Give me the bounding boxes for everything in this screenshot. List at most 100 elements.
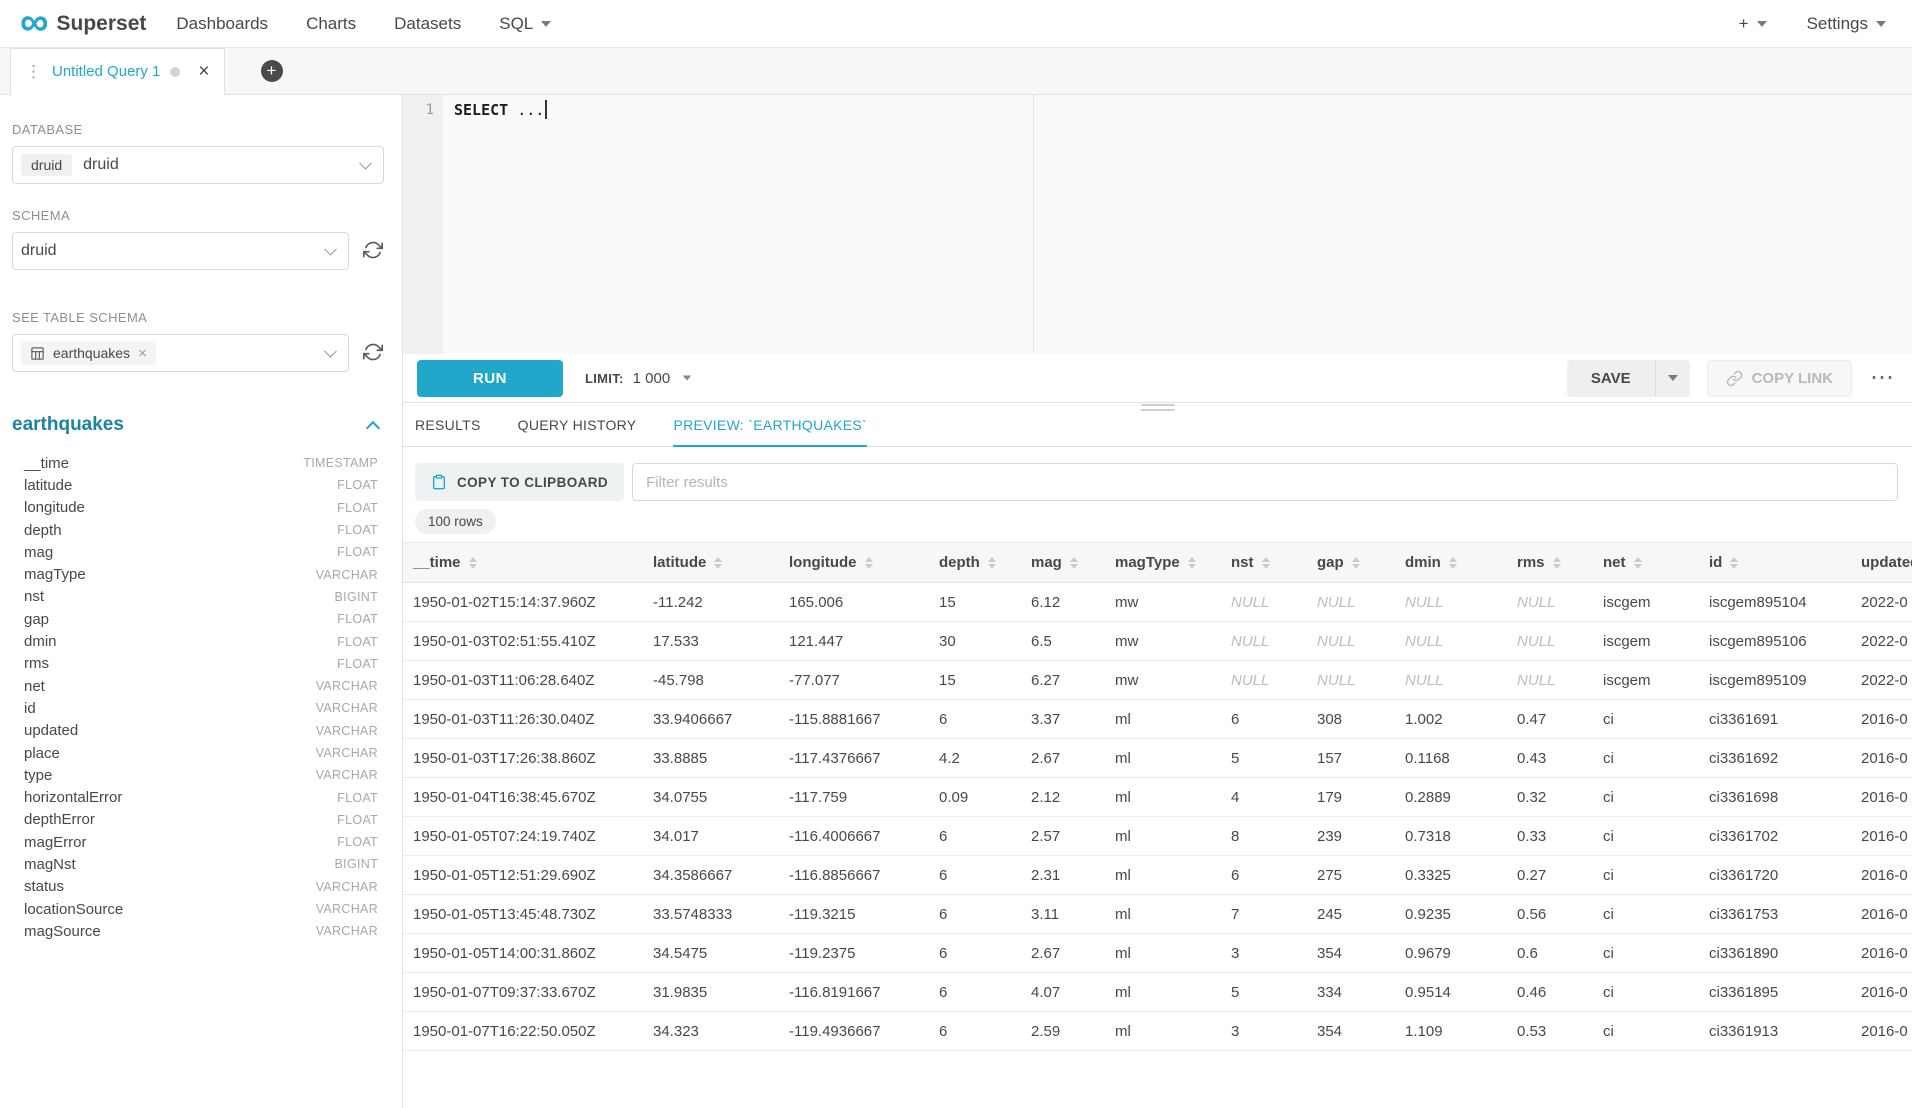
table-column-item[interactable]: magNstBIGINT (24, 853, 378, 875)
remove-table-icon[interactable]: × (138, 346, 147, 361)
sort-icons[interactable] (1449, 557, 1457, 569)
column-name: net (24, 678, 45, 695)
table-column-item[interactable]: __timeTIMESTAMP (24, 452, 378, 474)
nav-charts[interactable]: Charts (306, 14, 356, 34)
table-cell: mw (1105, 661, 1221, 700)
superset-brand[interactable]: ∞ Superset (20, 10, 146, 38)
table-cell: ci (1593, 778, 1699, 817)
nav-sql[interactable]: SQL (499, 14, 551, 34)
column-header[interactable]: latitude (643, 543, 779, 583)
table-column-item[interactable]: dminFLOAT (24, 630, 378, 652)
table-cell: 3 (1221, 1012, 1307, 1051)
query-tab[interactable]: ⋮ Untitled Query 1 × (10, 48, 225, 95)
schema-select[interactable]: druid (12, 232, 349, 270)
table-column-item[interactable]: placeVARCHAR (24, 742, 378, 764)
refresh-tables-button[interactable] (362, 342, 384, 364)
table-row: 1950-01-02T15:14:37.960Z-11.242165.00615… (403, 583, 1912, 622)
column-header[interactable]: rms (1507, 543, 1593, 583)
table-column-item[interactable]: depthFLOAT (24, 519, 378, 541)
sort-icons[interactable] (1188, 557, 1196, 569)
resize-handle[interactable] (1141, 404, 1175, 411)
table-cell: 31.9835 (643, 973, 779, 1012)
column-header-label: rms (1517, 554, 1545, 571)
table-name-heading[interactable]: earthquakes (12, 414, 124, 436)
table-row: 1950-01-05T14:00:31.860Z34.5475-119.2375… (403, 934, 1912, 973)
column-header[interactable]: depth (929, 543, 1021, 583)
main-nav: Dashboards Charts Datasets SQL (176, 14, 551, 34)
table-column-item[interactable]: magSourceVARCHAR (24, 920, 378, 942)
copy-link-label: COPY LINK (1752, 370, 1833, 387)
save-menu-button[interactable] (1656, 360, 1690, 397)
table-column-item[interactable]: statusVARCHAR (24, 876, 378, 898)
table-column-item[interactable]: magTypeVARCHAR (24, 563, 378, 585)
nav-datasets[interactable]: Datasets (394, 14, 461, 34)
drag-handle-icon[interactable]: ⋮ (25, 62, 42, 82)
column-name: magType (24, 566, 86, 583)
results-tab[interactable]: PREVIEW: `EARTHQUAKES` (673, 417, 867, 447)
table-cell: 2016-0 (1851, 934, 1912, 973)
sort-icons[interactable] (1352, 557, 1360, 569)
table-column-item[interactable]: gapFLOAT (24, 608, 378, 630)
table-column-item[interactable]: nstBIGINT (24, 586, 378, 608)
collapse-table-icon[interactable] (366, 421, 380, 435)
table-column-item[interactable]: typeVARCHAR (24, 764, 378, 786)
close-tab-icon[interactable]: × (198, 62, 209, 81)
new-tab-button[interactable]: + (261, 60, 283, 82)
save-button[interactable]: SAVE (1567, 360, 1656, 397)
run-button[interactable]: RUN (417, 360, 563, 397)
table-column-item[interactable]: magErrorFLOAT (24, 831, 378, 853)
query-tabbar: ⋮ Untitled Query 1 × + (0, 48, 1912, 95)
table-column-item[interactable]: longitudeFLOAT (24, 497, 378, 519)
table-column-item[interactable]: rmsFLOAT (24, 653, 378, 675)
column-header[interactable]: net (1593, 543, 1699, 583)
copy-link-button[interactable]: COPY LINK (1707, 360, 1852, 397)
results-tab[interactable]: QUERY HISTORY (518, 417, 637, 446)
sort-icons[interactable] (1262, 557, 1270, 569)
sort-desc-icon (1352, 564, 1360, 569)
sort-icons[interactable] (865, 557, 873, 569)
database-select[interactable]: druid druid (12, 146, 384, 184)
new-item-menu[interactable]: + (1739, 14, 1767, 34)
table-row: 1950-01-03T11:06:28.640Z-45.798-77.07715… (403, 661, 1912, 700)
table-cell: ci (1593, 856, 1699, 895)
sort-icons[interactable] (469, 557, 477, 569)
table-cell: 1950-01-03T11:06:28.640Z (403, 661, 643, 700)
column-header[interactable]: magType (1105, 543, 1221, 583)
column-header[interactable]: gap (1307, 543, 1395, 583)
column-header[interactable]: dmin (1395, 543, 1507, 583)
table-column-item[interactable]: idVARCHAR (24, 697, 378, 719)
sort-icons[interactable] (1553, 557, 1561, 569)
table-cell: ml (1105, 817, 1221, 856)
column-header[interactable]: mag (1021, 543, 1105, 583)
table-column-item[interactable]: latitudeFLOAT (24, 474, 378, 496)
limit-dropdown[interactable]: LIMIT: 1 000 (585, 370, 692, 387)
column-header[interactable]: id (1699, 543, 1851, 583)
table-column-item[interactable]: locationSourceVARCHAR (24, 898, 378, 920)
sort-icons[interactable] (1634, 557, 1642, 569)
table-column-item[interactable]: netVARCHAR (24, 675, 378, 697)
table-column-item[interactable]: magFLOAT (24, 541, 378, 563)
table-column-item[interactable]: depthErrorFLOAT (24, 809, 378, 831)
table-cell: ml (1105, 1012, 1221, 1051)
more-options-icon[interactable]: ⋯ (1866, 366, 1898, 390)
refresh-schemas-button[interactable] (362, 240, 384, 262)
nav-dashboards[interactable]: Dashboards (176, 14, 268, 34)
column-header[interactable]: longitude (779, 543, 929, 583)
sort-icons[interactable] (988, 557, 996, 569)
sort-icons[interactable] (1070, 557, 1078, 569)
filter-results-input[interactable] (632, 463, 1898, 501)
table-column-item[interactable]: updatedVARCHAR (24, 720, 378, 742)
column-header[interactable]: __time (403, 543, 643, 583)
column-header[interactable]: updated (1851, 543, 1912, 583)
sql-code-editor[interactable]: 1 SELECT ... (403, 95, 1912, 354)
settings-menu[interactable]: Settings (1807, 14, 1886, 34)
line-number: 1 (426, 102, 434, 118)
column-header[interactable]: nst (1221, 543, 1307, 583)
results-tab[interactable]: RESULTS (415, 417, 481, 446)
sort-icons[interactable] (714, 557, 722, 569)
editor-code-area[interactable]: SELECT ... (443, 95, 1912, 354)
table-column-item[interactable]: horizontalErrorFLOAT (24, 786, 378, 808)
table-select[interactable]: earthquakes × (12, 334, 349, 372)
copy-to-clipboard-button[interactable]: COPY TO CLIPBOARD (415, 463, 624, 501)
sort-icons[interactable] (1730, 557, 1738, 569)
